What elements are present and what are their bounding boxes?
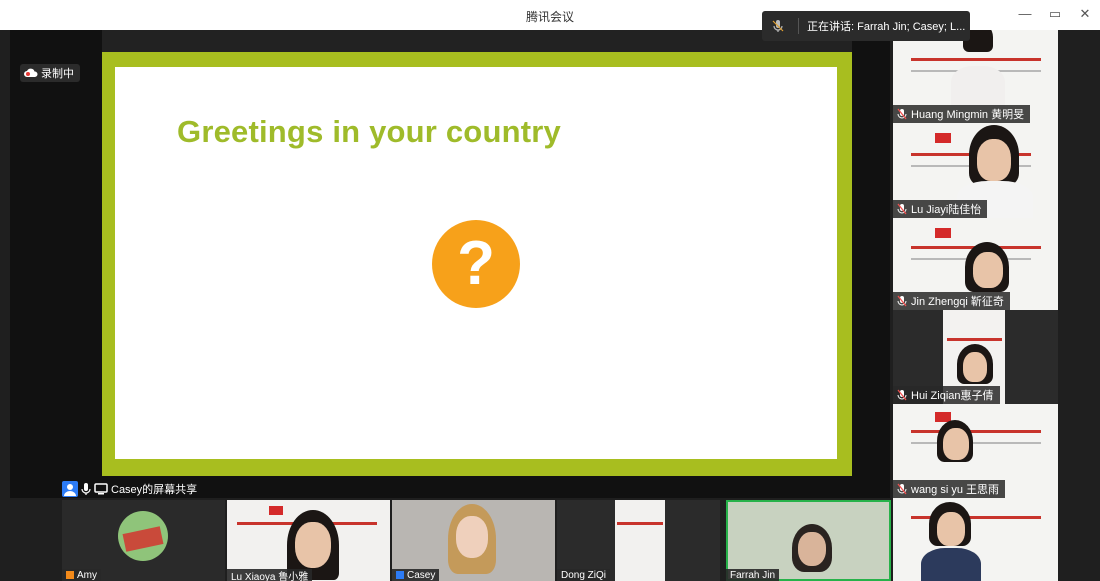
participant-tile[interactable] xyxy=(893,498,1058,581)
restore-button[interactable]: ▭ xyxy=(1046,5,1064,23)
participant-face xyxy=(456,516,488,558)
meeting-window: 腾讯会议 — ▭ ✕ 正在讲话: Farrah Jin; Casey; L...… xyxy=(0,0,1100,581)
participant-face xyxy=(963,352,987,382)
microphone-icon xyxy=(897,108,907,120)
participant-face xyxy=(798,532,826,566)
recording-badge[interactable]: 录制中 xyxy=(20,64,80,82)
participant-body xyxy=(951,66,1005,106)
microphone-icon xyxy=(897,483,907,495)
participant-tile-active-speaker[interactable]: Farrah Jin xyxy=(726,500,891,581)
participant-tile[interactable]: Amy xyxy=(62,500,225,581)
participant-name: Jin Zhengqi 靳征奇 xyxy=(911,296,1004,308)
participant-name: Lu Jiayi陆佳怡 xyxy=(911,204,982,216)
participant-tile[interactable]: Lu Xiaoya 鲁小雅 xyxy=(227,500,390,581)
window-controls: — ▭ ✕ xyxy=(1016,5,1094,23)
participant-tile[interactable]: Lu Jiayi陆佳怡 xyxy=(893,123,1058,218)
participant-name: Casey xyxy=(407,569,436,581)
logo-icon xyxy=(935,133,951,143)
banner-text xyxy=(911,58,1041,61)
screen-share-icon xyxy=(94,483,108,495)
participant-face xyxy=(937,512,965,546)
participant-name-tag: Lu Xiaoya 鲁小雅 xyxy=(227,569,313,581)
participant-name: Huang Mingmin 黄明旻 xyxy=(911,109,1025,121)
slide-title: Greetings in your country xyxy=(177,114,561,149)
microphone-icon xyxy=(81,483,91,495)
banner-subtext xyxy=(911,442,1041,444)
question-mark-icon: ? xyxy=(432,220,520,308)
participant-face xyxy=(943,428,969,460)
cloud-icon xyxy=(24,68,38,77)
participant-name: Amy xyxy=(77,569,97,581)
host-icon xyxy=(66,571,74,579)
screen-share-owner: Casey的屏幕共享 xyxy=(111,484,198,496)
microphone-icon xyxy=(772,20,784,32)
user-icon xyxy=(62,481,78,497)
close-button[interactable]: ✕ xyxy=(1076,5,1094,23)
participant-tile[interactable]: Jin Zhengqi 靳征奇 xyxy=(893,218,1058,310)
participant-name-tag: Huang Mingmin 黄明旻 xyxy=(893,105,1031,123)
banner-text xyxy=(617,522,663,525)
speaking-label: 正在讲话: Farrah Jin; Casey; L... xyxy=(807,21,966,33)
share-top-bar xyxy=(102,30,852,52)
user-icon xyxy=(396,571,404,579)
banner-text xyxy=(947,338,1002,341)
participant-face xyxy=(295,522,331,568)
participant-name: Farrah Jin xyxy=(730,569,776,581)
participant-name: wang si yu 王思雨 xyxy=(911,484,1000,496)
participant-name: Dong ZiQi xyxy=(561,569,607,581)
participant-name-tag: Lu Jiayi陆佳怡 xyxy=(893,200,988,218)
participant-tile[interactable]: Dong ZiQi xyxy=(557,500,720,581)
slide: Greetings in your country ? xyxy=(115,67,837,459)
participant-name-tag: Dong ZiQi xyxy=(557,569,611,581)
participant-name-tag: Farrah Jin xyxy=(726,569,780,581)
participant-tile[interactable]: Casey xyxy=(392,500,555,581)
participant-name-tag: Hui Ziqian惠子倩 xyxy=(893,386,1000,404)
microphone-icon xyxy=(897,295,907,307)
participant-face xyxy=(977,139,1011,181)
participant-name: Hui Ziqian惠子倩 xyxy=(911,390,994,402)
video-background xyxy=(615,500,665,581)
recording-label: 录制中 xyxy=(41,68,74,80)
banner-text xyxy=(911,430,1041,433)
participant-name: Lu Xiaoya 鲁小雅 xyxy=(231,571,309,581)
microphone-icon xyxy=(897,203,907,215)
logo-icon xyxy=(935,228,951,238)
participant-tile[interactable]: Huang Mingmin 黄明旻 xyxy=(893,30,1058,123)
participant-name-tag: Amy xyxy=(62,569,101,581)
participant-face xyxy=(973,252,1003,288)
participant-tile[interactable]: wang si yu 王思雨 xyxy=(893,404,1058,498)
minimize-button[interactable]: — xyxy=(1016,5,1034,23)
screen-share-label[interactable]: Casey的屏幕共享 xyxy=(62,481,197,497)
participant-name-tag: Casey xyxy=(392,569,440,581)
microphone-icon xyxy=(897,389,907,401)
participant-tile[interactable]: Hui Ziqian惠子倩 xyxy=(893,310,1058,404)
logo-icon xyxy=(269,506,283,515)
participant-name-tag: Jin Zhengqi 靳征奇 xyxy=(893,292,1010,310)
divider xyxy=(798,18,799,34)
speaking-indicator[interactable]: 正在讲话: Farrah Jin; Casey; L... xyxy=(762,11,970,41)
participant-body xyxy=(921,548,981,581)
participant-name-tag: wang si yu 王思雨 xyxy=(893,480,1006,498)
